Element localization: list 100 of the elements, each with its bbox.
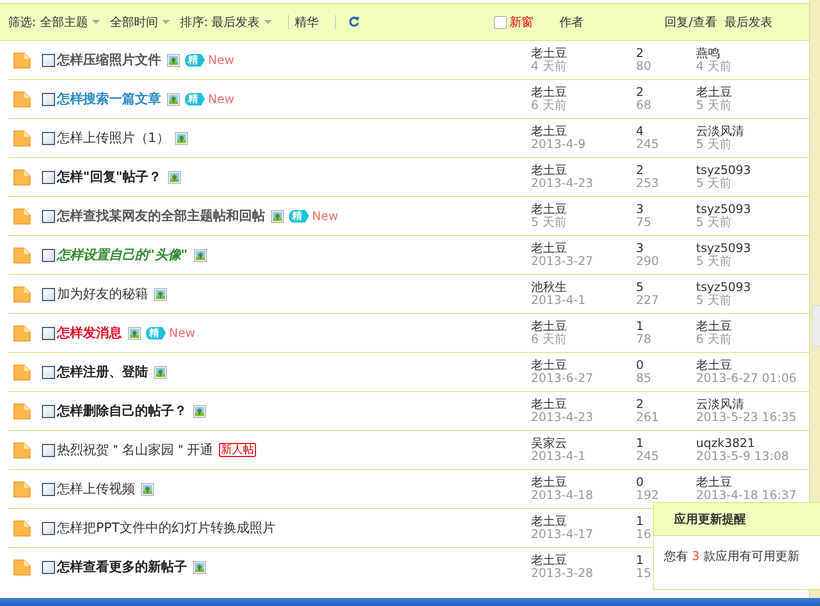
thread-checkbox[interactable]: [42, 560, 55, 574]
last-post-time: 6 天前: [696, 333, 732, 346]
thread-title[interactable]: 怎样查看更多的新帖子: [57, 558, 187, 576]
last-poster[interactable]: 老土豆: [696, 476, 732, 489]
last-poster[interactable]: 云淡风清: [696, 398, 744, 411]
digest-badge: 精: [185, 54, 205, 66]
thread-checkbox[interactable]: [42, 288, 55, 300]
last-poster[interactable]: 老土豆: [696, 359, 732, 372]
view-count: 16: [636, 528, 652, 541]
thread-title[interactable]: 怎样删除自己的帖子？: [57, 402, 187, 420]
folder-icon: [13, 130, 31, 146]
post-date: 2013-4-23: [531, 177, 594, 190]
folder-icon: [13, 90, 31, 108]
thread-checkbox[interactable]: [42, 210, 55, 222]
last-post-time: 5 天前: [696, 138, 732, 151]
folder-icon: [13, 168, 31, 186]
thread-checkbox[interactable]: [42, 54, 55, 66]
last-poster[interactable]: 老土豆: [696, 320, 732, 333]
thread-checkbox[interactable]: [42, 248, 55, 262]
author-name[interactable]: 老土豆: [531, 554, 567, 567]
thread-checkbox[interactable]: [42, 170, 55, 184]
new-label: New: [312, 209, 338, 223]
column-header: 最后发表: [724, 14, 773, 30]
view-count: 261: [636, 411, 659, 424]
reply-count: 3: [636, 203, 644, 216]
reply-count: 0: [636, 476, 644, 489]
folder-icon: [13, 52, 31, 68]
post-date: 2013-4-1: [531, 294, 586, 307]
thread-title[interactable]: 加为好友的秘籍: [57, 285, 148, 303]
thread-checkbox[interactable]: [42, 132, 55, 144]
thread-title[interactable]: 怎样压缩照片文件: [57, 51, 161, 69]
folder-icon: [13, 208, 31, 224]
author-name[interactable]: 老土豆: [531, 125, 567, 138]
author-name[interactable]: 老土豆: [531, 203, 567, 216]
view-count: 85: [636, 372, 652, 385]
filter-dropdown[interactable]: 排序: 最后发表: [180, 14, 272, 30]
thread-checkbox[interactable]: [42, 482, 55, 496]
last-post-time: 2013-5-9 13:08: [696, 450, 789, 463]
digest-badge: 精: [146, 326, 166, 340]
thread-checkbox[interactable]: [42, 326, 55, 340]
thread-title[interactable]: 怎样上传视频: [57, 480, 135, 498]
reply-count: 2: [636, 86, 644, 99]
author-name[interactable]: 老土豆: [531, 164, 567, 177]
thread-title[interactable]: 怎样把PPT文件中的幻灯片转换成照片: [57, 519, 276, 537]
view-count: 80: [636, 60, 652, 73]
author-name[interactable]: 老土豆: [531, 398, 567, 411]
reply-count: 2: [636, 47, 644, 60]
reply-count: 1: [636, 320, 644, 333]
last-post-time: 5 天前: [696, 99, 732, 112]
refresh-icon[interactable]: [348, 16, 360, 28]
new-window-checkbox[interactable]: [494, 16, 507, 28]
author-name[interactable]: 老土豆: [531, 476, 567, 489]
thread-checkbox[interactable]: [42, 522, 55, 534]
author-name[interactable]: 老土豆: [531, 86, 567, 99]
author-name[interactable]: 老土豆: [531, 320, 567, 333]
filter-dropdown[interactable]: 筛选: 全部主题: [8, 14, 100, 30]
reply-count: 1: [636, 554, 644, 567]
author-name[interactable]: 老土豆: [531, 47, 567, 60]
post-date: 2013-4-17: [531, 528, 594, 541]
author-name[interactable]: 老土豆: [531, 359, 567, 372]
last-poster[interactable]: tsyz5093: [696, 242, 751, 255]
last-post-time: 2013-5-23 16:35: [696, 411, 796, 424]
thread-title[interactable]: 怎样上传照片（1）: [57, 129, 170, 147]
last-post-time: 5 天前: [696, 216, 732, 229]
post-date: 4 天前: [531, 60, 566, 73]
thread-checkbox[interactable]: [42, 404, 55, 418]
view-count: 227: [636, 294, 659, 307]
filter-dropdown[interactable]: 全部时间: [110, 14, 170, 30]
last-poster[interactable]: uqzk3821: [696, 437, 756, 450]
last-poster[interactable]: tsyz5093: [696, 203, 751, 216]
view-count: 75: [636, 216, 652, 229]
author-name[interactable]: 老土豆: [531, 515, 567, 528]
author-name[interactable]: 吴家云: [531, 437, 567, 450]
reply-count: 1: [636, 515, 644, 528]
thread-checkbox[interactable]: [42, 92, 55, 106]
author-name[interactable]: 池秋生: [531, 281, 567, 294]
author-name[interactable]: 老土豆: [531, 242, 567, 255]
last-poster[interactable]: 燕鸣: [696, 47, 720, 60]
thread-checkbox[interactable]: [42, 366, 55, 378]
post-date: 2013-4-23: [531, 411, 594, 424]
last-poster[interactable]: tsyz5093: [696, 281, 751, 294]
last-poster[interactable]: 老土豆: [696, 86, 732, 99]
thread-title[interactable]: 怎样注册、登陆: [57, 363, 148, 381]
folder-icon: [13, 520, 31, 536]
column-header: 作者: [560, 14, 585, 30]
last-poster[interactable]: 云淡风清: [696, 125, 744, 138]
reply-count: 1: [636, 437, 644, 450]
thread-title[interactable]: 热烈祝贺＂名山家园＂开通: [57, 441, 213, 459]
scrollbar-thumb[interactable]: [812, 305, 820, 347]
thread-title[interactable]: 怎样搜索一篇文章: [57, 90, 161, 108]
thread-title[interactable]: 怎样发消息: [57, 324, 122, 342]
thread-title[interactable]: 怎样查找某网友的全部主题帖和回帖: [57, 207, 265, 225]
thread-checkbox[interactable]: [42, 444, 55, 456]
folder-icon: [13, 442, 31, 458]
last-poster[interactable]: tsyz5093: [696, 164, 751, 177]
thread-title[interactable]: 怎样"回复"帖子？: [57, 168, 162, 186]
digest-filter[interactable]: 精华: [294, 14, 319, 30]
thread-title[interactable]: 怎样设置自己的"头像": [57, 246, 188, 264]
view-count: 192: [636, 489, 659, 502]
new-label: New: [208, 92, 234, 106]
